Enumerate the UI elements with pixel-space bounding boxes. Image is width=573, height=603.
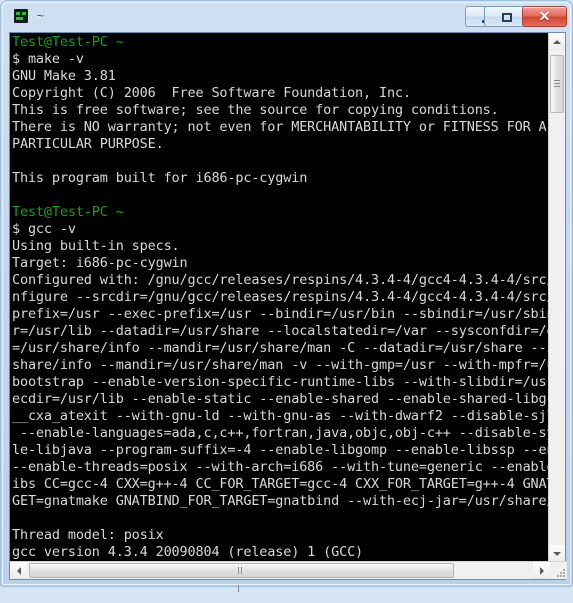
resize-grip-icon [556, 568, 565, 577]
terminal-line: share/info --mandir=/usr/share/man -v --… [12, 357, 549, 373]
terminal-line: Test@Test-PC ~ [12, 204, 124, 220]
terminal-line: __cxa_atexit --with-gnu-ld --with-gnu-as… [12, 408, 549, 424]
scroll-up-button[interactable] [549, 33, 565, 50]
horizontal-scrollbar-thumb[interactable] [29, 563, 454, 592]
terminal-line: This is free software; see the source fo… [12, 102, 499, 118]
scroll-down-button[interactable] [549, 545, 565, 562]
terminal-line: Target: i686-pc-cygwin [12, 255, 188, 271]
terminal-line: GNU Make 3.81 [12, 68, 116, 84]
scrollbar-grip-icon [554, 80, 560, 88]
scroll-right-button[interactable] [533, 562, 550, 579]
terminal-line: --enable-threads=posix --with-arch=i686 … [12, 459, 549, 475]
terminal-line: prefix=/usr --exec-prefix=/usr --bindir=… [12, 306, 549, 322]
terminal-output[interactable]: Test@Test-PC ~ $ make -v GNU Make 3.81 Copy… [10, 33, 549, 562]
scroll-left-button[interactable] [10, 562, 27, 579]
terminal-line: bootstrap --enable-version-specific-runt… [12, 374, 549, 390]
maximize-icon [501, 13, 512, 22]
vertical-scrollbar-thumb[interactable] [550, 55, 564, 113]
terminal-line: This program built for i686-pc-cygwin [12, 170, 308, 186]
close-button[interactable]: ✕ [522, 6, 567, 27]
chevron-left-icon [16, 566, 21, 575]
terminal-line: GET=gnatmake GNATBIND_FOR_TARGET=gnatbin… [12, 493, 549, 509]
horizontal-scrollbar[interactable] [10, 561, 567, 592]
chevron-down-icon [553, 551, 561, 556]
chevron-right-icon [539, 566, 544, 575]
terminal-line: r=/usr/lib --datadir=/usr/share --locals… [12, 323, 549, 339]
terminal-line: ecdir=/usr/lib --enable-static --enable-… [12, 391, 549, 407]
terminal-line: nfigure --srcdir=/gnu/gcc/releases/respi… [12, 289, 549, 305]
terminal-line: Thread model: posix [12, 527, 164, 543]
terminal-line: Using built-in specs. [12, 238, 180, 254]
close-icon: ✕ [538, 8, 551, 24]
terminal-line: Test@Test-PC ~ [12, 34, 124, 50]
resize-grip[interactable] [550, 562, 567, 579]
terminal-client-area: Test@Test-PC ~ $ make -v GNU Make 3.81 Copy… [9, 32, 567, 592]
vertical-scrollbar[interactable] [548, 33, 565, 562]
terminal-line: gcc version 4.3.4 20090804 (release) 1 (… [12, 544, 364, 560]
terminal-line: There is NO warranty; not even for MERCH… [12, 119, 547, 135]
terminal-line-list: Test@Test-PC ~ $ make -v GNU Make 3.81 Copy… [12, 34, 549, 562]
terminal-line: $ gcc -v [12, 221, 76, 237]
terminal-line: ibs CC=gcc-4 CXX=g++-4 CC_FOR_TARGET=gcc… [12, 476, 549, 492]
scrollbar-grip-icon [237, 567, 246, 592]
terminal-line: PARTICULAR PURPOSE. [12, 136, 164, 152]
terminal-window: ~ ✕ Test@Test-PC ~ $ make -v GNU Make 3.81… [0, 0, 573, 592]
terminal-line: =/usr/share/info --mandir=/usr/share/man… [12, 340, 549, 356]
terminal-line: le-libjava --program-suffix=-4 --enable-… [12, 442, 549, 458]
title-bar[interactable]: ~ ✕ [1, 1, 573, 32]
chevron-up-icon [553, 39, 561, 44]
window-title: ~ [37, 9, 45, 23]
terminal-icon [13, 8, 30, 25]
terminal-line: Configured with: /gnu/gcc/releases/respi… [12, 272, 549, 288]
terminal-line: --enable-languages=ada,c,c++,fortran,jav… [19, 425, 549, 441]
terminal-line: Copyright (C) 2006 Free Software Foundat… [12, 85, 411, 101]
terminal-line: $ make -v [12, 51, 84, 67]
